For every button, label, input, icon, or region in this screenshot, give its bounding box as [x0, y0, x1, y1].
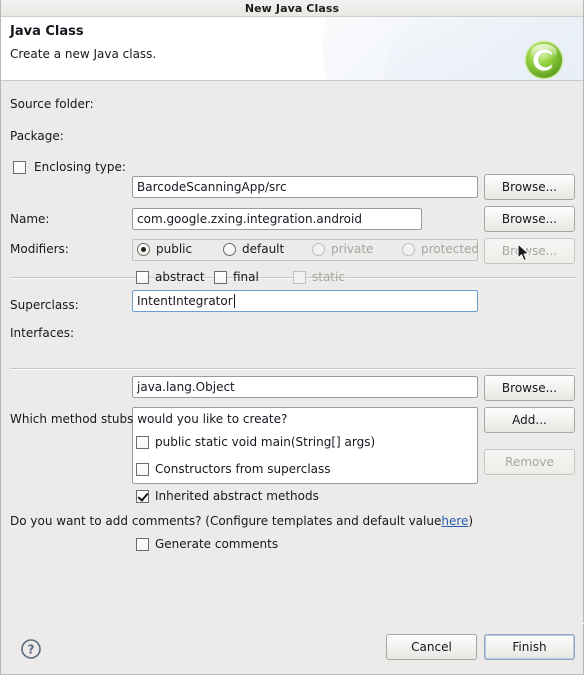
- text-caret: [233, 294, 235, 308]
- radio-private-icon: [312, 242, 325, 256]
- comments-question-prefix: Do you want to add comments? (Configure …: [10, 514, 442, 528]
- checkbox-main-method-label: public static void main(String[] args): [155, 435, 376, 449]
- modifier-checkbox-static: static: [293, 270, 345, 284]
- stub-checkbox-inherited[interactable]: Inherited abstract methods: [136, 489, 319, 503]
- separator-middle: [10, 368, 576, 369]
- superclass-browse-button[interactable]: Browse...: [484, 375, 575, 401]
- comments-question-wrap: Do you want to add comments? (Configure …: [10, 514, 473, 528]
- source-folder-label: Source folder:: [10, 97, 94, 111]
- dialog-title: New Java Class: [244, 1, 340, 15]
- source-folder-value: BarcodeScanningApp/src: [137, 180, 287, 194]
- radio-protected-label: protected: [421, 242, 480, 256]
- help-icon[interactable]: ?: [20, 638, 42, 664]
- checkbox-static-label: static: [312, 270, 345, 284]
- name-input[interactable]: IntentIntegrator: [132, 290, 478, 312]
- modifier-radio-private: private: [312, 242, 373, 256]
- source-folder-input[interactable]: BarcodeScanningApp/src: [132, 176, 478, 198]
- cancel-button[interactable]: Cancel: [386, 634, 477, 660]
- source-folder-browse-label: Browse...: [501, 180, 558, 194]
- modifier-radio-default[interactable]: default: [223, 242, 284, 256]
- radio-public-label: public: [156, 242, 193, 256]
- radio-private-label: private: [331, 242, 374, 256]
- name-label: Name:: [10, 212, 50, 226]
- checkbox-inherited-abstract-label: Inherited abstract methods: [155, 489, 319, 503]
- radio-protected-icon: [402, 242, 415, 256]
- checkbox-generate-comments-icon[interactable]: [136, 537, 149, 551]
- page-title: Java Class: [10, 24, 84, 39]
- interfaces-add-label: Add...: [512, 413, 547, 427]
- checkbox-generate-comments-label: Generate comments: [155, 537, 279, 551]
- radio-default-label: default: [242, 242, 285, 256]
- name-value: IntentIntegrator: [137, 294, 233, 308]
- superclass-input[interactable]: java.lang.Object: [132, 376, 478, 398]
- checkbox-main-method-icon[interactable]: [136, 435, 149, 449]
- source-folder-browse-button[interactable]: Browse...: [484, 174, 575, 200]
- configure-templates-link[interactable]: here: [441, 514, 468, 528]
- superclass-value: java.lang.Object: [137, 380, 235, 394]
- enclosing-type-checkbox[interactable]: [13, 160, 26, 174]
- package-input[interactable]: com.google.zxing.integration.android: [132, 208, 422, 230]
- checkbox-final-label: final: [233, 270, 259, 284]
- svg-text:?: ?: [28, 643, 35, 657]
- checkbox-constructors-label: Constructors from superclass: [155, 462, 331, 476]
- enclosing-type-browse-button: Browse...: [484, 238, 575, 264]
- checkbox-abstract-icon[interactable]: [136, 270, 149, 284]
- checkbox-static-icon: [293, 270, 306, 284]
- dialog-body: Source folder: BarcodeScanningApp/src Br…: [1, 81, 583, 624]
- interfaces-add-button[interactable]: Add...: [484, 407, 575, 433]
- package-label: Package:: [10, 129, 64, 143]
- interfaces-label: Interfaces:: [10, 326, 75, 340]
- stub-checkbox-main[interactable]: public static void main(String[] args): [136, 435, 375, 449]
- cancel-button-label: Cancel: [411, 640, 452, 654]
- modifier-checkbox-abstract[interactable]: abstract: [136, 270, 205, 284]
- enclosing-type-browse-label: Browse...: [501, 244, 558, 258]
- package-browse-button[interactable]: Browse...: [484, 206, 575, 232]
- wizard-header: Java Class Create a new Java class.: [1, 17, 583, 81]
- interfaces-remove-label: Remove: [505, 455, 554, 469]
- modifiers-label: Modifiers:: [10, 242, 69, 256]
- page-subtitle: Create a new Java class.: [10, 47, 157, 61]
- modifiers-label-wrap: Modifiers:: [10, 242, 69, 256]
- new-java-class-dialog: New Java Class Java Class Create a new J…: [0, 0, 584, 675]
- radio-default-icon[interactable]: [223, 242, 236, 256]
- interfaces-remove-button: Remove: [484, 449, 575, 475]
- checkbox-abstract-label: abstract: [155, 270, 205, 284]
- method-stubs-question-wrap: Which method stubs would you like to cre…: [10, 412, 287, 426]
- java-class-wizard-icon: [523, 39, 565, 80]
- method-stubs-question: Which method stubs would you like to cre…: [10, 412, 288, 426]
- generate-comments-row[interactable]: Generate comments: [136, 537, 278, 551]
- interfaces-label-wrap: Interfaces:: [10, 326, 74, 340]
- enclosing-type-label: Enclosing type:: [34, 160, 126, 174]
- modifier-radio-public[interactable]: public: [137, 242, 192, 256]
- dialog-footer: ? Cancel Finish: [1, 622, 583, 674]
- stub-checkbox-constructors[interactable]: Constructors from superclass: [136, 462, 331, 476]
- package-browse-label: Browse...: [501, 212, 558, 226]
- checkbox-inherited-abstract-icon[interactable]: [136, 489, 149, 503]
- modifier-radio-protected: protected: [402, 242, 479, 256]
- modifier-checkbox-final[interactable]: final: [214, 270, 259, 284]
- radio-public-icon[interactable]: [137, 242, 150, 256]
- comments-question-suffix: ): [468, 514, 474, 528]
- superclass-browse-label: Browse...: [501, 381, 558, 395]
- package-label-wrap: Package:: [10, 129, 64, 143]
- finish-button-label: Finish: [512, 640, 547, 654]
- source-folder-label-wrap: Source folder:: [10, 97, 94, 111]
- superclass-label: Superclass:: [10, 298, 79, 312]
- package-value: com.google.zxing.integration.android: [137, 212, 362, 226]
- checkbox-final-icon[interactable]: [214, 270, 227, 284]
- superclass-label-wrap: Superclass:: [10, 298, 79, 312]
- checkbox-constructors-icon[interactable]: [136, 462, 149, 476]
- finish-button[interactable]: Finish: [484, 634, 575, 660]
- enclosing-type-row[interactable]: Enclosing type:: [13, 160, 126, 174]
- name-label-wrap: Name:: [10, 212, 49, 226]
- dialog-titlebar: New Java Class: [1, 0, 583, 17]
